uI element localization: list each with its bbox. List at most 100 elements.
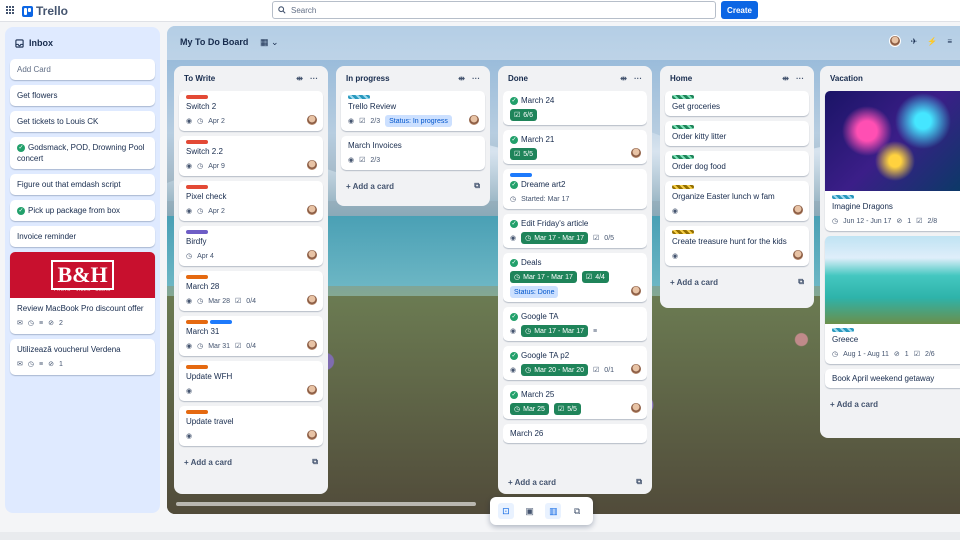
board-view-switcher[interactable]: ▦ ⌄	[260, 37, 279, 48]
member-avatar[interactable]	[306, 159, 318, 171]
inbox-card[interactable]: Get flowers	[10, 85, 155, 106]
inbox-card[interactable]: Utilizează voucherul Verdena ✉ ◷ ≡ ⊘ 1	[10, 339, 155, 375]
more-icon[interactable]: ···	[472, 74, 480, 83]
card[interactable]: Order dog food	[665, 151, 809, 176]
card[interactable]: Update WFH ◉	[179, 361, 323, 401]
filter-icon[interactable]: ≡	[947, 37, 952, 46]
card[interactable]: ✓ March 24 ☑ 6/6	[503, 91, 647, 125]
inbox-card[interactable]: Get tickets to Louis CK	[10, 111, 155, 132]
card[interactable]: Greece ◷ Aug 1 - Aug 11 ⊘ 1 ☑ 2/6	[825, 236, 960, 364]
list-title[interactable]: Done	[508, 74, 528, 83]
member-avatar[interactable]	[306, 384, 318, 396]
more-icon[interactable]: ···	[796, 74, 804, 83]
member-avatar[interactable]	[792, 249, 804, 261]
card[interactable]: Birdfy ◷ Apr 4	[179, 226, 323, 266]
list-title[interactable]: To Write	[184, 74, 215, 83]
more-icon[interactable]: ···	[310, 74, 318, 83]
card-title: March 25	[521, 390, 555, 399]
card[interactable]: Pixel check ◉ ◷ Apr 2	[179, 181, 323, 221]
inbox-card[interactable]: Figure out that emdash script	[10, 174, 155, 195]
app-switcher-icon[interactable]	[6, 6, 15, 15]
complete-check-icon[interactable]: ✓	[510, 351, 518, 360]
inbox-card[interactable]: ✓ Godsmack, POD, Drowning Pool concert	[10, 137, 155, 169]
member-avatar[interactable]	[792, 204, 804, 216]
complete-check-icon[interactable]: ✓	[510, 258, 518, 267]
board-title[interactable]: My To Do Board	[180, 37, 248, 47]
board-horizontal-scrollbar[interactable]	[176, 502, 476, 506]
collapse-icon[interactable]: ⇹	[458, 74, 465, 83]
member-avatar[interactable]	[888, 35, 901, 47]
power-ups-icon[interactable]: ⚡	[927, 37, 937, 46]
complete-check-icon[interactable]: ✓	[510, 390, 518, 399]
card[interactable]: Imagine Dragons ◷ Jun 12 - Jun 17 ⊘ 1 ☑ 2/8	[825, 91, 960, 231]
complete-check-icon[interactable]: ✓	[17, 143, 25, 152]
member-avatar[interactable]	[468, 114, 480, 126]
template-icon[interactable]: ⧉	[798, 277, 804, 287]
card[interactable]: Trello Review ◉ ☑ 2/3 Status: In progress	[341, 91, 485, 131]
complete-check-icon[interactable]: ✓	[510, 312, 518, 321]
card[interactable]: ✓ Google TA p2 ◉ ◷ Mar 20 - Mar 20 ☑ 0/1	[503, 346, 647, 380]
list-title[interactable]: Home	[670, 74, 692, 83]
complete-check-icon[interactable]: ✓	[510, 96, 518, 105]
card[interactable]: ✓ Deals ◷ Mar 17 - Mar 17 ☑ 4/4 Status: Done	[503, 253, 647, 302]
member-avatar[interactable]	[306, 204, 318, 216]
inbox-card[interactable]: ✓ Pick up package from box	[10, 200, 155, 221]
search-input[interactable]: Search	[272, 1, 716, 19]
template-icon[interactable]: ⧉	[636, 477, 642, 487]
collapse-icon[interactable]: ⇹	[782, 74, 789, 83]
add-card-button[interactable]: + Add a card	[825, 393, 960, 415]
card[interactable]: Book April weekend getaway	[825, 369, 960, 388]
card[interactable]: ✓ March 21 ☑ 5/5	[503, 130, 647, 164]
member-avatar[interactable]	[306, 249, 318, 261]
card[interactable]: March 26	[503, 424, 647, 443]
pin-icon[interactable]: ✈	[911, 37, 918, 46]
card[interactable]: March Invoices ◉ ☑ 2/3	[341, 136, 485, 170]
card[interactable]: Order kitty litter	[665, 121, 809, 146]
member-avatar[interactable]	[630, 147, 642, 159]
create-button[interactable]: Create	[721, 1, 758, 19]
member-avatar[interactable]	[630, 402, 642, 414]
list-cards[interactable]: ✓ March 24 ☑ 6/6 ✓ March 21 ☑ 5/5 ✓ Dreame ar…	[503, 91, 647, 471]
complete-check-icon[interactable]: ✓	[17, 206, 25, 215]
add-card-button[interactable]: + Add a card ⧉	[665, 271, 809, 293]
card[interactable]: Get groceries	[665, 91, 809, 116]
card[interactable]: ✓ Edit Friday's article ◉ ◷ Mar 17 - Mar 17…	[503, 214, 647, 248]
add-card-button[interactable]: + Add a card ⧉	[341, 175, 485, 197]
member-avatar[interactable]	[630, 363, 642, 375]
collapse-icon[interactable]: ⇹	[620, 74, 627, 83]
card[interactable]: March 31 ◉ ◷ Mar 31 ☑ 0/4	[179, 316, 323, 356]
card[interactable]: ✓ March 25 ◷ Mar 25 ☑ 5/5	[503, 385, 647, 419]
inbox-card-bh[interactable]: B&H PHOTO · VIDEO · AUDIO Review MacBook…	[10, 252, 155, 334]
member-avatar[interactable]	[306, 339, 318, 351]
card[interactable]: Switch 2.2 ◉ ◷ Apr 9	[179, 136, 323, 176]
add-card-button[interactable]: + Add a card ⧉	[503, 471, 647, 493]
list-title[interactable]: Vacation	[830, 74, 863, 83]
complete-check-icon[interactable]: ✓	[510, 135, 518, 144]
trello-logo[interactable]: Trello	[22, 4, 68, 18]
member-avatar[interactable]	[306, 294, 318, 306]
template-icon[interactable]: ⧉	[474, 181, 480, 191]
add-card-button[interactable]: + Add a card ⧉	[179, 451, 323, 473]
board-view-icon[interactable]: ▥	[545, 503, 562, 519]
member-avatar[interactable]	[630, 285, 642, 297]
template-icon[interactable]: ⧉	[312, 457, 318, 467]
complete-check-icon[interactable]: ✓	[510, 219, 518, 228]
list-title[interactable]: In progress	[346, 74, 390, 83]
card[interactable]: Switch 2 ◉ ◷ Apr 2	[179, 91, 323, 131]
inbox-toggle-icon[interactable]: ⊡	[497, 503, 514, 519]
card[interactable]: ✓ Google TA ◉ ◷ Mar 17 - Mar 17 ≡	[503, 307, 647, 341]
inbox-card[interactable]: Invoice reminder	[10, 226, 155, 247]
card[interactable]: Create treasure hunt for the kids ◉	[665, 226, 809, 266]
member-avatar[interactable]	[306, 429, 318, 441]
card[interactable]: Update travel ◉	[179, 406, 323, 446]
card[interactable]: March 28 ◉ ◷ Mar 28 ☑ 0/4	[179, 271, 323, 311]
planner-calendar-icon[interactable]: ▣	[522, 503, 538, 519]
more-icon[interactable]: ···	[634, 74, 642, 83]
member-avatar[interactable]	[306, 114, 318, 126]
inbox-add-card-input[interactable]: Add Card	[10, 59, 155, 80]
switch-boards-icon[interactable]: ⧉	[569, 503, 585, 519]
complete-check-icon[interactable]: ✓	[510, 180, 518, 189]
collapse-icon[interactable]: ⇹	[296, 74, 303, 83]
card[interactable]: Organize Easter lunch w fam ◉	[665, 181, 809, 221]
card[interactable]: ✓ Dreame art2 ◷ Started: Mar 17	[503, 169, 647, 209]
